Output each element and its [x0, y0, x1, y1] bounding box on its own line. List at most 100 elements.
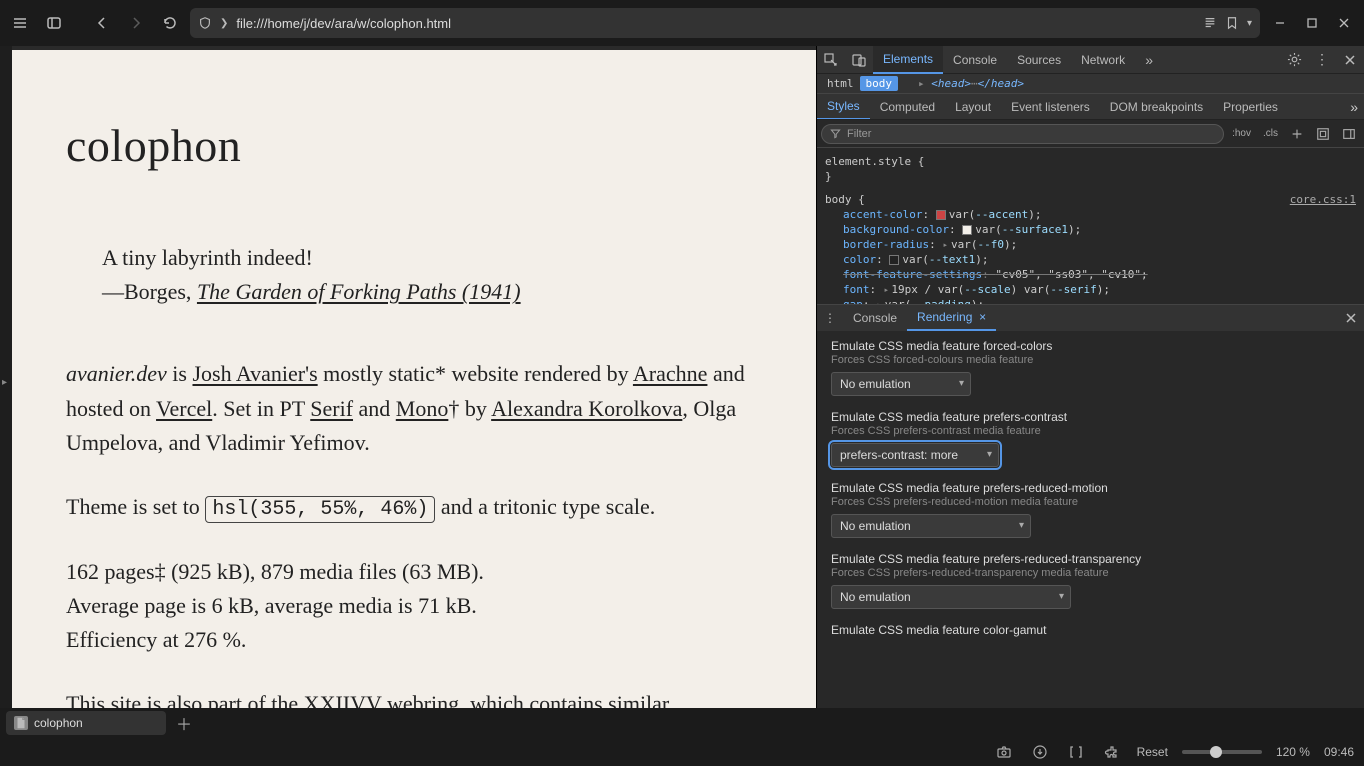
dom-breadcrumb: html body ▸ <head>⋯</head> [817, 74, 1364, 94]
emulation-title: Emulate CSS media feature prefers-reduce… [831, 552, 1350, 566]
zoom-slider-knob[interactable] [1210, 746, 1222, 758]
emulation-subtitle: Forces CSS prefers-reduced-motion media … [831, 496, 1350, 508]
emulation-block: Emulate CSS media feature color-gamut [831, 623, 1350, 637]
more-tabs-icon[interactable]: » [1344, 99, 1364, 115]
shield-icon [198, 16, 212, 30]
expand-handle-icon[interactable]: ▸ [2, 377, 7, 388]
zoom-level: 120 % [1276, 745, 1310, 759]
kebab-icon[interactable]: ⋮ [1308, 46, 1336, 74]
favicon-icon [14, 716, 28, 730]
emulation-select[interactable]: No emulation [831, 514, 1031, 538]
maximize-icon[interactable] [1298, 9, 1326, 37]
new-rule-icon[interactable] [1286, 127, 1308, 141]
browser-titlebar: ❯ file:///home/j/dev/ara/w/colophon.html… [0, 0, 1364, 46]
quote-work-link[interactable]: The Garden of Forking Paths (1941) [197, 279, 521, 304]
emulation-select[interactable]: prefers-contrast: more [831, 443, 999, 467]
css-declaration[interactable]: border-radius: ▸var(--f0); [825, 237, 1356, 252]
tab-sources[interactable]: Sources [1007, 46, 1071, 74]
designer-link[interactable]: Alexandra Korolkova [491, 396, 682, 421]
crumb-body[interactable]: body [860, 76, 899, 91]
sidebar-toggle-icon[interactable] [1338, 127, 1360, 141]
font-mono-link[interactable]: Mono [396, 396, 449, 421]
theme-color-code: hsl(355, 55%, 46%) [205, 496, 435, 523]
emulation-block: Emulate CSS media feature prefers-reduce… [831, 552, 1350, 609]
author-link[interactable]: Josh Avanier's [192, 361, 317, 386]
font-serif-link[interactable]: Serif [310, 396, 353, 421]
hamburger-icon[interactable] [6, 9, 34, 37]
url-bar[interactable]: ❯ file:///home/j/dev/ara/w/colophon.html… [190, 8, 1260, 38]
rendered-page[interactable]: colophon A tiny labyrinth indeed! —Borge… [12, 50, 816, 708]
gear-icon[interactable] [1280, 46, 1308, 74]
forward-icon[interactable] [122, 9, 150, 37]
styles-pane[interactable]: element.style { } core.css:1 body { acce… [817, 148, 1364, 304]
funnel-icon [830, 128, 841, 139]
drawer-tab-rendering[interactable]: Rendering × [907, 305, 996, 331]
device-toggle-icon[interactable] [845, 46, 873, 74]
emulation-select[interactable]: No emulation [831, 585, 1071, 609]
css-declaration[interactable]: gap: ▸var(--padding); [825, 297, 1356, 304]
new-tab-button[interactable]: ＋ [172, 711, 196, 735]
brackets-icon[interactable] [1065, 741, 1087, 763]
css-declaration[interactable]: font: ▸19px / var(--scale) var(--serif); [825, 282, 1356, 297]
inspect-icon[interactable] [817, 46, 845, 74]
styles-filter-bar: Filter :hov .cls [817, 120, 1364, 148]
rule-element-style: element.style { } [825, 152, 1356, 186]
head-collapsed: ▸ <head>⋯</head> [918, 77, 1024, 90]
hov-toggle[interactable]: :hov [1228, 128, 1255, 139]
stab-eventlisteners[interactable]: Event listeners [1001, 94, 1100, 120]
webring-paragraph: This site is also part of the XXIIVV web… [66, 687, 762, 708]
emulation-title: Emulate CSS media feature prefers-reduce… [831, 481, 1350, 495]
back-icon[interactable] [88, 9, 116, 37]
intro-paragraph: avanier.dev is Josh Avanier's mostly sta… [66, 357, 762, 459]
css-declaration[interactable]: accent-color: var(--accent); [825, 207, 1356, 222]
devtools-panel: Elements Console Sources Network » ⋮ htm… [816, 46, 1364, 708]
stab-layout[interactable]: Layout [945, 94, 1001, 120]
screenshot-icon[interactable] [993, 741, 1015, 763]
cls-toggle[interactable]: .cls [1259, 128, 1282, 139]
css-declaration[interactable]: font-feature-settings: "cv05", "ss03", "… [825, 267, 1356, 282]
crumb-html[interactable]: html [821, 76, 860, 91]
tab-network[interactable]: Network [1071, 46, 1135, 74]
kebab-icon[interactable]: ⋮ [817, 305, 843, 331]
close-icon[interactable] [1338, 305, 1364, 331]
emulation-title: Emulate CSS media feature prefers-contra… [831, 410, 1350, 424]
css-declaration[interactable]: background-color: var(--surface1); [825, 222, 1356, 237]
stab-computed[interactable]: Computed [870, 94, 945, 120]
tab-console[interactable]: Console [943, 46, 1007, 74]
close-icon[interactable]: × [979, 310, 986, 324]
drawer-tabs: ⋮ Console Rendering × [817, 305, 1364, 331]
computed-toggle-icon[interactable] [1312, 127, 1334, 141]
tool-link[interactable]: Arachne [633, 361, 708, 386]
drawer-tab-console[interactable]: Console [843, 305, 907, 331]
source-link[interactable]: core.css:1 [1290, 192, 1356, 207]
extensions-icon[interactable] [1101, 741, 1123, 763]
downloads-icon[interactable] [1029, 741, 1051, 763]
url-text: file:///home/j/dev/ara/w/colophon.html [236, 16, 1195, 31]
reload-icon[interactable] [156, 9, 184, 37]
tab-elements[interactable]: Elements [873, 46, 943, 74]
zoom-slider[interactable] [1182, 750, 1262, 754]
chevron-down-icon[interactable]: ▾ [1247, 18, 1252, 29]
close-icon[interactable] [1336, 46, 1364, 74]
sidebar-toggle-icon[interactable] [40, 9, 68, 37]
css-declaration[interactable]: color: var(--text1); [825, 252, 1356, 267]
stab-properties[interactable]: Properties [1213, 94, 1288, 120]
rendering-pane[interactable]: Emulate CSS media feature forced-colorsF… [817, 331, 1364, 708]
stab-dombreakpoints[interactable]: DOM breakpoints [1100, 94, 1213, 120]
bookmark-icon[interactable] [1225, 16, 1239, 30]
more-tabs-icon[interactable]: » [1135, 46, 1163, 74]
emulation-select[interactable]: No emulation [831, 372, 971, 396]
tab-title: colophon [34, 716, 83, 730]
devtools-drawer: ⋮ Console Rendering × Emulate CSS media … [817, 304, 1364, 708]
minimize-icon[interactable] [1266, 9, 1294, 37]
close-icon[interactable] [1330, 9, 1358, 37]
chevron-down-icon[interactable]: ❯ [220, 18, 228, 29]
stats-line-3: Efficiency at 276 %. [66, 623, 762, 657]
reader-icon[interactable] [1203, 16, 1217, 30]
stab-styles[interactable]: Styles [817, 94, 870, 120]
styles-filter-input[interactable]: Filter [821, 124, 1224, 144]
emulation-subtitle: Forces CSS forced-colours media feature [831, 354, 1350, 366]
host-link[interactable]: Vercel [156, 396, 212, 421]
browser-tab[interactable]: colophon [6, 711, 166, 735]
zoom-reset[interactable]: Reset [1137, 745, 1168, 759]
